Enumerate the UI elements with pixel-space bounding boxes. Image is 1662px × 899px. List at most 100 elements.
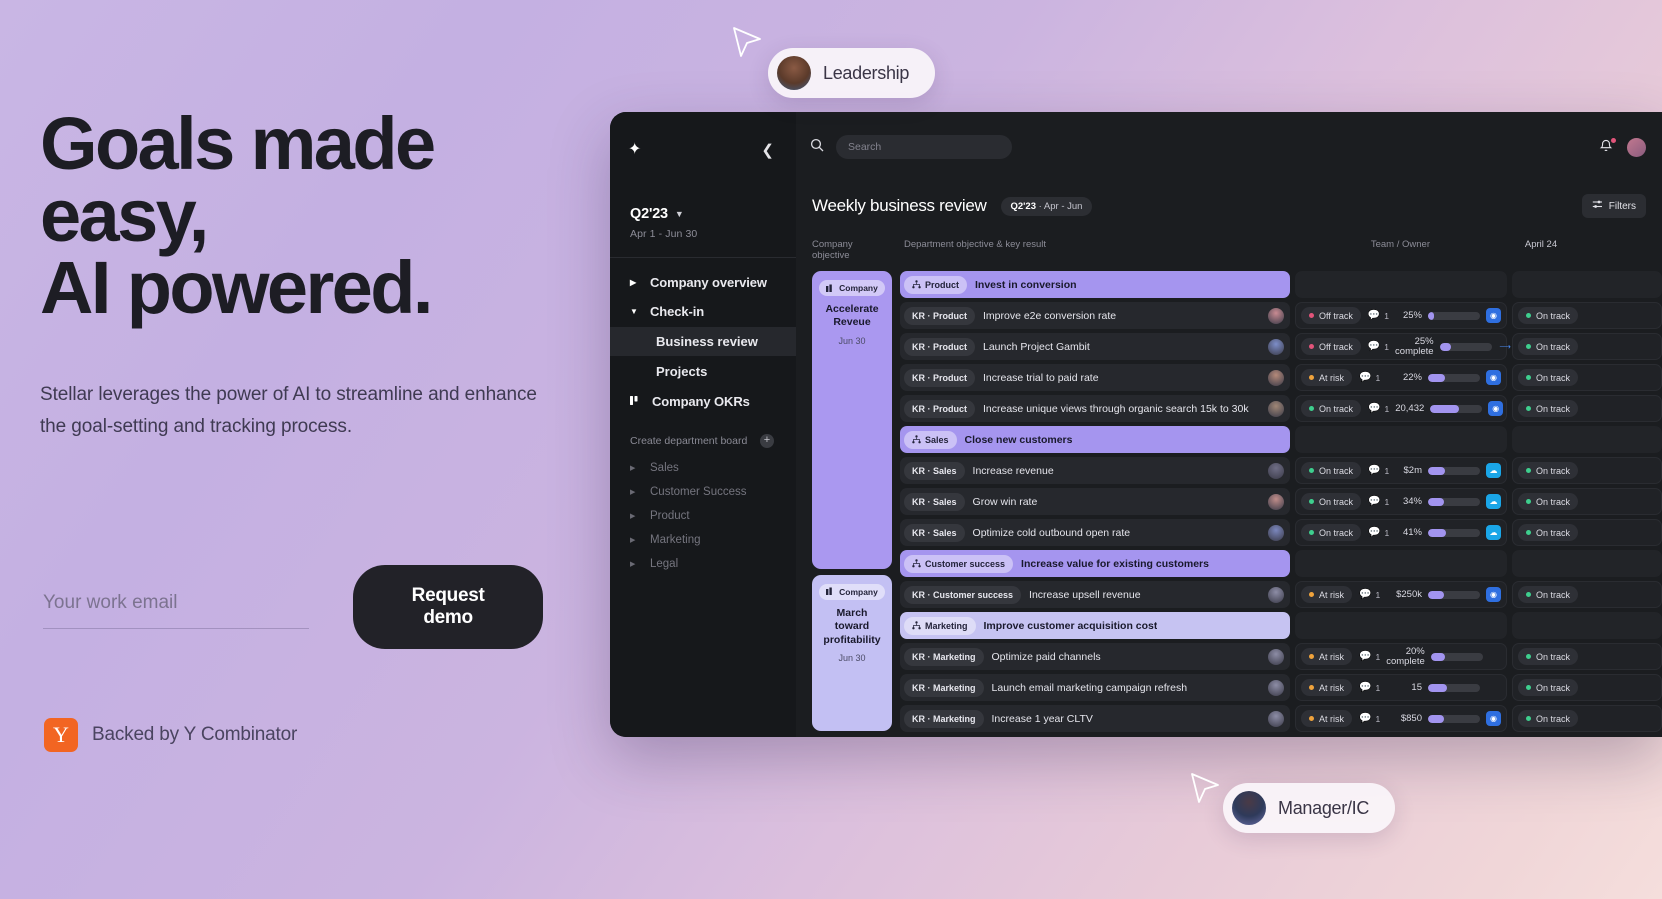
row-name-cell[interactable]: Product Invest in conversion xyxy=(900,271,1290,298)
row-name-cell[interactable]: Sales Close new customers xyxy=(900,426,1290,453)
sidebar-item-sales[interactable]: ▶ Sales xyxy=(610,456,796,480)
plus-icon[interactable]: + xyxy=(760,434,774,448)
key-result-row[interactable]: KR · Sales Grow win rate On track 💬 1 34% ☁ On … xyxy=(900,488,1662,515)
search-input[interactable] xyxy=(836,135,1012,159)
company-objective-card[interactable]: Company March toward profitability Jun 30 xyxy=(812,574,892,731)
avatar[interactable] xyxy=(1268,338,1284,355)
globe-icon[interactable]: ◉ xyxy=(1486,308,1501,323)
comment-count[interactable]: 💬 1 xyxy=(1359,651,1380,662)
status-cell-next-period[interactable] xyxy=(1512,426,1662,453)
status-cell-next-period[interactable]: On track xyxy=(1512,519,1662,546)
key-result-row[interactable]: KR · Marketing Launch email marketing cam… xyxy=(900,674,1662,701)
avatar[interactable] xyxy=(1268,648,1284,665)
sidebar-item-check-in[interactable]: ▼ Check-in xyxy=(610,297,796,326)
status-badge[interactable]: At risk xyxy=(1301,586,1353,603)
objective-row[interactable]: Marketing Improve customer acquisition co… xyxy=(900,612,1662,639)
avatar[interactable] xyxy=(1627,137,1646,157)
status-badge[interactable]: On track xyxy=(1518,710,1579,727)
status-badge[interactable]: On track xyxy=(1518,369,1579,386)
status-cell[interactable] xyxy=(1295,612,1507,639)
globe-icon[interactable]: ◉ xyxy=(1488,401,1504,416)
key-result-row[interactable]: KR · Marketing Optimize paid channels At r… xyxy=(900,643,1662,670)
objective-row[interactable]: Product Invest in conversion xyxy=(900,271,1662,298)
cloud-icon[interactable]: ☁ xyxy=(1486,494,1501,509)
status-badge[interactable]: Off track xyxy=(1301,338,1361,355)
key-result-row[interactable]: KR · Sales Increase revenue On track 💬 1 $2m ☁… xyxy=(900,457,1662,484)
bell-icon[interactable] xyxy=(1599,137,1616,156)
status-badge[interactable]: On track xyxy=(1518,524,1579,541)
key-result-row[interactable]: KR · Product Launch Project Gambit Off tra… xyxy=(900,333,1662,360)
status-badge[interactable]: On track xyxy=(1518,586,1579,603)
status-cell[interactable]: At risk 💬 1 22% ◉ xyxy=(1295,364,1507,391)
status-cell[interactable]: At risk 💬 1 $850 ◉ xyxy=(1295,705,1507,732)
status-badge[interactable]: At risk xyxy=(1301,679,1353,696)
avatar[interactable] xyxy=(1268,586,1284,603)
status-cell-next-period[interactable]: On track xyxy=(1512,364,1662,391)
status-cell-next-period[interactable]: On track xyxy=(1512,674,1662,701)
sidebar-item-legal[interactable]: ▶ Legal xyxy=(610,552,796,576)
status-cell[interactable]: On track 💬 1 41% ☁ xyxy=(1295,519,1507,546)
status-cell[interactable]: At risk 💬 1 20% complete xyxy=(1295,643,1507,670)
status-cell-next-period[interactable]: On track xyxy=(1512,302,1662,329)
request-demo-button[interactable]: Request demo xyxy=(353,565,543,649)
status-cell-next-period[interactable]: On track xyxy=(1512,395,1662,422)
company-objective-card[interactable]: Company Accelerate Reveue Jun 30 xyxy=(812,271,892,569)
avatar[interactable] xyxy=(1268,462,1284,479)
status-badge[interactable]: On track xyxy=(1518,307,1579,324)
key-result-row[interactable]: KR · Customer success Increase upsell rev… xyxy=(900,581,1662,608)
chevron-down-icon[interactable]: ▼ xyxy=(675,209,684,219)
row-name-cell[interactable]: KR · Sales Grow win rate xyxy=(900,488,1290,515)
row-name-cell[interactable]: KR · Marketing Optimize paid channels xyxy=(900,643,1290,670)
search-icon[interactable] xyxy=(810,138,824,156)
cloud-icon[interactable]: ☁ xyxy=(1486,463,1501,478)
avatar[interactable] xyxy=(1268,524,1284,541)
status-cell-next-period[interactable]: On track xyxy=(1512,488,1662,515)
chevron-left-icon[interactable]: ❮ xyxy=(761,141,774,159)
status-badge[interactable]: On track xyxy=(1518,648,1579,665)
status-cell[interactable]: On track 💬 1 20,432 ◉ xyxy=(1295,395,1507,422)
avatar[interactable] xyxy=(1268,493,1284,510)
status-cell-next-period[interactable]: On track xyxy=(1512,705,1662,732)
quarter-selector[interactable]: Q2'23 ▼ Apr 1 - Jun 30 xyxy=(610,162,796,240)
comment-count[interactable]: 💬 1 xyxy=(1368,403,1389,414)
key-result-row[interactable]: KR · Product Improve e2e conversion rate O… xyxy=(900,302,1662,329)
status-badge[interactable]: On track xyxy=(1301,462,1362,479)
status-badge[interactable]: On track xyxy=(1518,679,1579,696)
row-name-cell[interactable]: KR · Product Launch Project Gambit xyxy=(900,333,1290,360)
status-badge[interactable]: At risk xyxy=(1301,648,1353,665)
comment-count[interactable]: 💬 1 xyxy=(1368,310,1389,321)
badge-leadership[interactable]: Leadership xyxy=(768,48,936,98)
sidebar-item-company-okrs[interactable]: Company OKRs xyxy=(610,387,796,416)
comment-count[interactable]: 💬 1 xyxy=(1368,465,1389,476)
row-name-cell[interactable]: Customer success Increase value for exist… xyxy=(900,550,1290,577)
row-name-cell[interactable]: Marketing Improve customer acquisition co… xyxy=(900,612,1290,639)
key-result-row[interactable]: KR · Product Increase trial to paid rate A… xyxy=(900,364,1662,391)
status-badge[interactable]: On track xyxy=(1518,462,1579,479)
status-badge[interactable]: At risk xyxy=(1301,710,1353,727)
row-name-cell[interactable]: KR · Product Increase unique views throug… xyxy=(900,395,1290,422)
status-cell-next-period[interactable]: On track xyxy=(1512,333,1662,360)
status-cell-next-period[interactable] xyxy=(1512,550,1662,577)
comment-count[interactable]: 💬 1 xyxy=(1359,682,1380,693)
row-name-cell[interactable]: KR · Product Improve e2e conversion rate xyxy=(900,302,1290,329)
avatar[interactable] xyxy=(1268,710,1284,727)
arrows-icon[interactable]: ⟶ xyxy=(1498,339,1513,354)
status-cell[interactable]: On track 💬 1 $2m ☁ xyxy=(1295,457,1507,484)
email-field[interactable] xyxy=(43,585,310,629)
status-cell[interactable] xyxy=(1295,426,1507,453)
sidebar-item-product[interactable]: ▶ Product xyxy=(610,504,796,528)
avatar[interactable] xyxy=(1268,369,1284,386)
key-result-row[interactable]: KR · Sales Optimize cold outbound open ra… xyxy=(900,519,1662,546)
status-cell-next-period[interactable] xyxy=(1512,271,1662,298)
comment-count[interactable]: 💬 1 xyxy=(1359,713,1380,724)
status-cell-next-period[interactable]: On track xyxy=(1512,457,1662,484)
sidebar-item-company-overview[interactable]: ▶ Company overview xyxy=(610,268,796,297)
key-result-row[interactable]: KR · Marketing Increase 1 year CLTV At ris… xyxy=(900,705,1662,732)
status-cell[interactable] xyxy=(1295,550,1507,577)
globe-icon[interactable]: ◉ xyxy=(1486,711,1501,726)
row-name-cell[interactable]: KR · Sales Increase revenue xyxy=(900,457,1290,484)
status-badge[interactable]: On track xyxy=(1518,493,1579,510)
comment-count[interactable]: 💬 1 xyxy=(1368,341,1389,352)
row-name-cell[interactable]: KR · Marketing Increase 1 year CLTV xyxy=(900,705,1290,732)
filters-button[interactable]: Filters xyxy=(1581,194,1646,218)
